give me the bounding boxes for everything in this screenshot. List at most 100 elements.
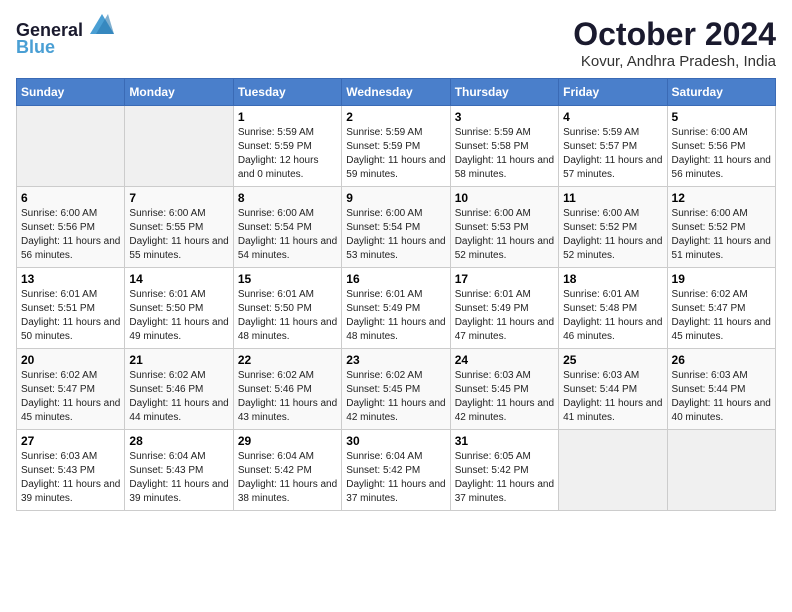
week-row-4: 20 Sunrise: 6:02 AMSunset: 5:47 PMDayligh… [17,349,776,430]
day-number: 4 [563,110,662,124]
calendar-table: SundayMondayTuesdayWednesdayThursdayFrid… [16,78,776,511]
day-cell: 14 Sunrise: 6:01 AMSunset: 5:50 PMDayligh… [125,268,233,349]
day-number: 20 [21,353,120,367]
day-cell: 4 Sunrise: 5:59 AMSunset: 5:57 PMDaylight… [559,106,667,187]
column-header-friday: Friday [559,79,667,106]
day-cell: 11 Sunrise: 6:00 AMSunset: 5:52 PMDayligh… [559,187,667,268]
day-number: 26 [672,353,771,367]
day-cell: 3 Sunrise: 5:59 AMSunset: 5:58 PMDaylight… [450,106,558,187]
day-info: Sunrise: 6:03 AMSunset: 5:44 PMDaylight:… [563,369,662,425]
day-cell [125,106,233,187]
day-info: Sunrise: 6:05 AMSunset: 5:42 PMDaylight:… [455,450,554,506]
day-number: 5 [672,110,771,124]
column-header-saturday: Saturday [667,79,775,106]
day-cell: 10Sunrise: 6:00 AMSunset: 5:53 PMDayligh… [450,187,558,268]
logo: General Blue [16,16,114,58]
day-cell: 7 Sunrise: 6:00 AMSunset: 5:55 PMDaylight… [125,187,233,268]
day-info: Sunrise: 6:00 AMSunset: 5:55 PMDaylight:… [129,207,228,263]
day-number: 11 [563,191,662,205]
day-info: Sunrise: 6:03 AMSunset: 5:44 PMDaylight:… [672,369,771,425]
day-cell: 21 Sunrise: 6:02 AMSunset: 5:46 PMDayligh… [125,349,233,430]
day-number: 7 [129,191,228,205]
week-row-3: 13Sunrise: 6:01 AMSunset: 5:51 PMDayligh… [17,268,776,349]
day-number: 17 [455,272,554,286]
day-number: 8 [238,191,337,205]
day-info: Sunrise: 6:00 AMSunset: 5:53 PMDaylight:… [455,207,554,263]
day-cell: 5 Sunrise: 6:00 AMSunset: 5:56 PMDaylight… [667,106,775,187]
day-cell: 9Sunrise: 6:00 AMSunset: 5:54 PMDaylight… [342,187,450,268]
column-header-tuesday: Tuesday [233,79,341,106]
day-number: 22 [238,353,337,367]
day-info: Sunrise: 6:00 AMSunset: 5:52 PMDaylight:… [672,207,771,263]
day-info: Sunrise: 5:59 AMSunset: 5:59 PMDaylight:… [238,126,337,182]
day-info: Sunrise: 6:01 AMSunset: 5:49 PMDaylight:… [455,288,554,344]
day-cell: 26 Sunrise: 6:03 AMSunset: 5:44 PMDayligh… [667,349,775,430]
page-header: General Blue October 2024 Kovur, Andhra … [16,16,776,70]
day-info: Sunrise: 6:03 AMSunset: 5:45 PMDaylight:… [455,369,554,425]
day-info: Sunrise: 6:02 AMSunset: 5:46 PMDaylight:… [238,369,337,425]
day-number: 12 [672,191,771,205]
day-cell: 23Sunrise: 6:02 AMSunset: 5:45 PMDayligh… [342,349,450,430]
day-number: 31 [455,434,554,448]
header-row: SundayMondayTuesdayWednesdayThursdayFrid… [17,79,776,106]
day-cell: 17 Sunrise: 6:01 AMSunset: 5:49 PMDayligh… [450,268,558,349]
day-cell: 24 Sunrise: 6:03 AMSunset: 5:45 PMDayligh… [450,349,558,430]
location-subtitle: Kovur, Andhra Pradesh, India [573,53,776,70]
day-info: Sunrise: 6:00 AMSunset: 5:52 PMDaylight:… [563,207,662,263]
day-info: Sunrise: 6:00 AMSunset: 5:56 PMDaylight:… [672,126,771,182]
day-number: 29 [238,434,337,448]
day-info: Sunrise: 6:01 AMSunset: 5:48 PMDaylight:… [563,288,662,344]
day-number: 3 [455,110,554,124]
day-number: 18 [563,272,662,286]
month-title: October 2024 [573,16,776,53]
day-info: Sunrise: 6:04 AMSunset: 5:43 PMDaylight:… [129,450,228,506]
day-info: Sunrise: 5:59 AMSunset: 5:58 PMDaylight:… [455,126,554,182]
day-info: Sunrise: 6:03 AMSunset: 5:43 PMDaylight:… [21,450,120,506]
day-info: Sunrise: 5:59 AMSunset: 5:57 PMDaylight:… [563,126,662,182]
day-number: 24 [455,353,554,367]
day-cell: 18 Sunrise: 6:01 AMSunset: 5:48 PMDayligh… [559,268,667,349]
day-number: 25 [563,353,662,367]
day-cell: 2 Sunrise: 5:59 AMSunset: 5:59 PMDaylight… [342,106,450,187]
week-row-1: 1 Sunrise: 5:59 AMSunset: 5:59 PMDaylight… [17,106,776,187]
day-number: 27 [21,434,120,448]
day-info: Sunrise: 6:02 AMSunset: 5:47 PMDaylight:… [21,369,120,425]
title-block: October 2024 Kovur, Andhra Pradesh, Indi… [573,16,776,70]
day-info: Sunrise: 6:00 AMSunset: 5:54 PMDaylight:… [238,207,337,263]
day-info: Sunrise: 6:01 AMSunset: 5:50 PMDaylight:… [129,288,228,344]
day-cell [17,106,125,187]
day-number: 1 [238,110,337,124]
day-number: 21 [129,353,228,367]
day-number: 6 [21,191,120,205]
day-number: 23 [346,353,445,367]
day-number: 13 [21,272,120,286]
day-number: 19 [672,272,771,286]
day-cell: 19 Sunrise: 6:02 AMSunset: 5:47 PMDayligh… [667,268,775,349]
day-number: 15 [238,272,337,286]
day-number: 2 [346,110,445,124]
day-cell: 13Sunrise: 6:01 AMSunset: 5:51 PMDayligh… [17,268,125,349]
day-cell: 29 Sunrise: 6:04 AMSunset: 5:42 PMDayligh… [233,430,341,511]
day-cell: 16Sunrise: 6:01 AMSunset: 5:49 PMDayligh… [342,268,450,349]
day-cell: 31 Sunrise: 6:05 AMSunset: 5:42 PMDayligh… [450,430,558,511]
day-number: 28 [129,434,228,448]
day-cell: 22 Sunrise: 6:02 AMSunset: 5:46 PMDayligh… [233,349,341,430]
day-info: Sunrise: 6:02 AMSunset: 5:47 PMDaylight:… [672,288,771,344]
day-info: Sunrise: 6:01 AMSunset: 5:50 PMDaylight:… [238,288,337,344]
day-number: 9 [346,191,445,205]
day-number: 16 [346,272,445,286]
day-number: 14 [129,272,228,286]
day-cell: 30Sunrise: 6:04 AMSunset: 5:42 PMDayligh… [342,430,450,511]
day-info: Sunrise: 6:04 AMSunset: 5:42 PMDaylight:… [238,450,337,506]
day-info: Sunrise: 5:59 AMSunset: 5:59 PMDaylight:… [346,126,445,182]
day-cell: 8 Sunrise: 6:00 AMSunset: 5:54 PMDaylight… [233,187,341,268]
day-info: Sunrise: 6:02 AMSunset: 5:46 PMDaylight:… [129,369,228,425]
day-info: Sunrise: 6:00 AMSunset: 5:56 PMDaylight:… [21,207,120,263]
day-cell: 25 Sunrise: 6:03 AMSunset: 5:44 PMDayligh… [559,349,667,430]
column-header-monday: Monday [125,79,233,106]
column-header-wednesday: Wednesday [342,79,450,106]
day-cell: 15 Sunrise: 6:01 AMSunset: 5:50 PMDayligh… [233,268,341,349]
day-cell: 1 Sunrise: 5:59 AMSunset: 5:59 PMDaylight… [233,106,341,187]
week-row-5: 27 Sunrise: 6:03 AMSunset: 5:43 PMDayligh… [17,430,776,511]
day-cell: 20 Sunrise: 6:02 AMSunset: 5:47 PMDayligh… [17,349,125,430]
